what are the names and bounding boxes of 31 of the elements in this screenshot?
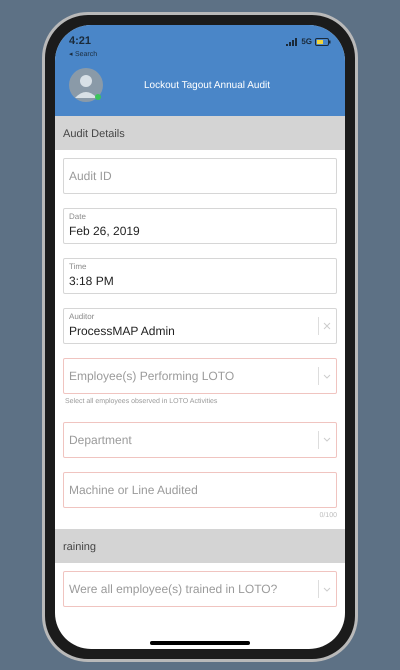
field-value: ProcessMAP Admin (69, 323, 176, 340)
screen-title: Lockout Tagout Annual Audit (142, 78, 272, 92)
field-value: 3:18 PM (69, 273, 115, 290)
field-label: Time (69, 262, 88, 272)
field-placeholder: Employee(s) Performing LOTO (69, 368, 236, 385)
field-placeholder: Audit ID (69, 168, 112, 185)
chevron-down-icon[interactable] (323, 586, 331, 592)
dropdown-field[interactable]: Employee(s) Performing LOTO (63, 358, 337, 394)
field-placeholder: Department (69, 432, 133, 448)
input-field[interactable]: Auditor ProcessMAP Admin (63, 308, 337, 344)
input-field[interactable]: Audit ID (63, 158, 337, 194)
section-title: Audit Details (63, 128, 125, 140)
field-placeholder: Machine or Line Audited (69, 482, 198, 498)
battery-icon (315, 38, 331, 46)
section-title: raining (63, 541, 96, 553)
input-field[interactable]: Machine or Line Audited (63, 472, 337, 508)
input-field[interactable]: Time 3:18 PM (63, 258, 337, 294)
chevron-down-icon[interactable] (323, 437, 331, 442)
status-time: 4:21 (69, 34, 92, 49)
input-field[interactable]: Date Feb 26, 2019 (63, 208, 337, 244)
dropdown-field[interactable]: Were all employee(s) trained in LOTO? (63, 571, 337, 607)
field-value: Feb 26, 2019 (69, 223, 141, 240)
chevron-down-icon[interactable] (323, 374, 331, 378)
field-placeholder: Were all employee(s) trained in LOTO? (69, 581, 278, 598)
signal-icon (286, 38, 298, 46)
field-label: Auditor (69, 312, 96, 322)
dropdown-field[interactable]: Department (63, 422, 337, 458)
field-label: Date (69, 212, 87, 222)
clear-icon[interactable] (323, 322, 331, 330)
network-label: 5G (301, 36, 312, 48)
avatar (69, 68, 103, 102)
